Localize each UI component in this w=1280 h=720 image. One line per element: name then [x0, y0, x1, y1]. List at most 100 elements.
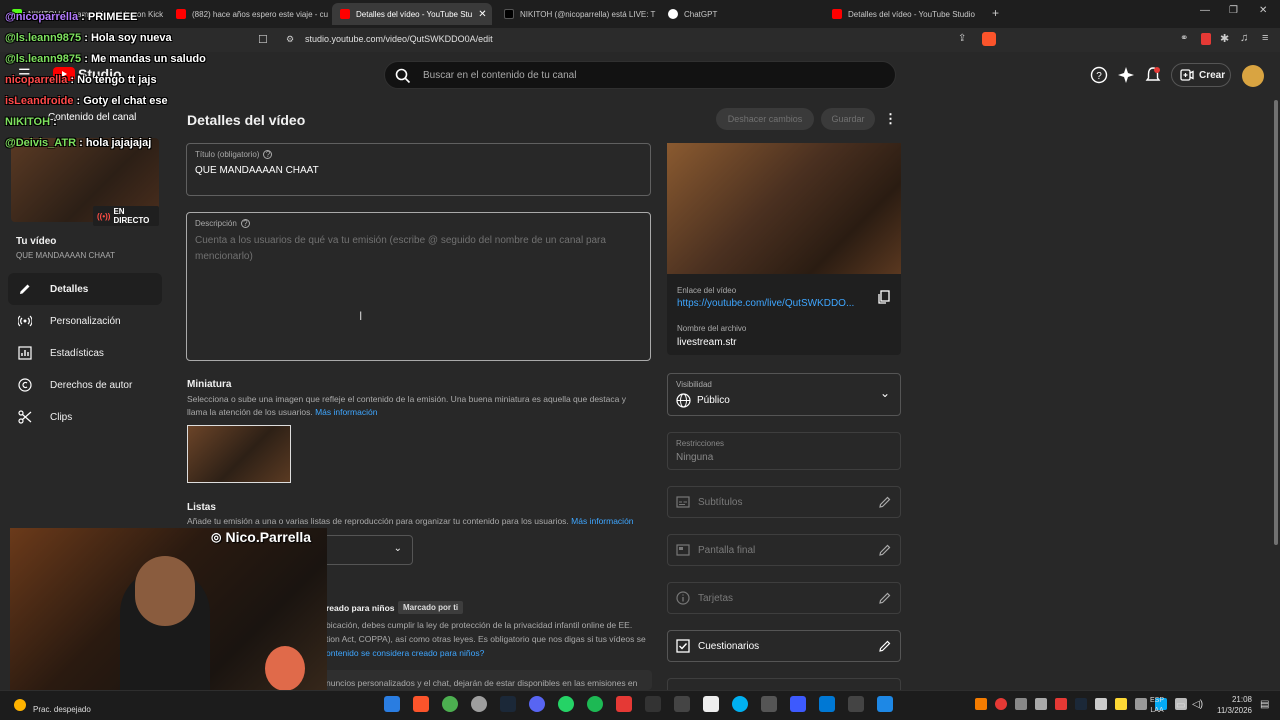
more-options-icon[interactable]: ⋮ [884, 111, 897, 127]
capcut-icon[interactable] [645, 696, 661, 712]
url-text[interactable]: studio.youtube.com/video/QutSWKDDO0A/edi… [305, 34, 493, 44]
sparkle-icon[interactable] [1117, 66, 1135, 84]
copy-icon[interactable] [877, 290, 891, 304]
playlists-more-info-link[interactable]: Más información [571, 516, 633, 526]
notifications-icon[interactable] [1144, 66, 1162, 84]
selected-thumbnail[interactable] [187, 425, 291, 483]
puzzle-icon[interactable]: ✱ [1220, 32, 1229, 45]
steam-icon[interactable] [500, 696, 516, 712]
windows-start-icon[interactable] [384, 696, 400, 712]
browser-tab-active[interactable]: Detalles del vídeo - YouTube Stu ✕ [332, 3, 492, 25]
app-icon[interactable] [877, 696, 893, 712]
weather-text[interactable]: Prac. despejado [33, 705, 91, 714]
weather-icon[interactable] [14, 699, 26, 711]
share-icon[interactable]: ⇪ [958, 33, 966, 44]
sidebar-item-detalles[interactable]: Detalles [8, 273, 162, 305]
video-preview-thumbnail[interactable]: ((•)) EN DIRECTO [11, 138, 159, 226]
chrome-icon[interactable] [442, 696, 458, 712]
tray-icon[interactable] [1035, 698, 1047, 710]
chat-message: @Deivis_ATR : hola jajajajaj [5, 137, 152, 149]
edit-pencil-icon[interactable] [878, 591, 892, 605]
help-icon[interactable]: ? [263, 150, 273, 159]
app-icon[interactable] [761, 696, 777, 712]
tray-icon[interactable] [1055, 698, 1067, 710]
app-icon[interactable] [732, 696, 748, 712]
brave-icon[interactable] [413, 696, 429, 712]
undo-changes-button[interactable]: Deshacer cambios [716, 108, 814, 130]
help-icon[interactable]: ? [1090, 66, 1108, 84]
analytics-icon [18, 346, 32, 360]
close-window-icon[interactable]: ✕ [1259, 5, 1267, 16]
visibility-dropdown[interactable]: Visibilidad Público ⌄ [667, 373, 901, 416]
sidebar-item-clips[interactable]: Clips [8, 401, 162, 433]
search-input[interactable]: Buscar en el contenido de tu canal [384, 61, 896, 89]
music-icon[interactable]: ♫ [1240, 32, 1248, 44]
close-tab-icon[interactable]: ✕ [478, 9, 486, 20]
video-link[interactable]: https://youtube.com/live/QutSWKDDO... [677, 298, 854, 309]
browser-tab[interactable]: NIKITOH (@nicoparrella) está LIVE: T [496, 3, 660, 25]
volume-icon[interactable]: ◁) [1192, 699, 1203, 710]
tray-icon[interactable] [1115, 698, 1127, 710]
scrollbar[interactable] [1274, 100, 1278, 545]
help-icon[interactable]: ? [240, 219, 250, 228]
tray-icon[interactable] [1015, 698, 1027, 710]
app-icon[interactable] [848, 696, 864, 712]
checkbox-icon [676, 639, 690, 653]
vscode-icon[interactable] [819, 696, 835, 712]
subtitles-row[interactable]: Subtítulos [667, 486, 901, 518]
save-button[interactable]: Guardar [821, 108, 875, 130]
browser-tab[interactable]: ChatGPT [660, 3, 824, 25]
sidebar-item-estadisticas[interactable]: Estadísticas [8, 337, 162, 369]
app-icon[interactable] [616, 696, 632, 712]
sidebar-item-derechos[interactable]: Derechos de autor [8, 369, 162, 401]
extension-icon[interactable] [1201, 33, 1211, 45]
edit-pencil-icon[interactable] [878, 495, 892, 509]
description-field[interactable]: Descripción ? Cuenta a los usuarios de q… [186, 212, 651, 361]
browser-tab[interactable]: Detalles del vídeo - YouTube Studio [824, 3, 988, 25]
quizzes-row[interactable]: Cuestionarios [667, 630, 901, 662]
spotify-icon[interactable] [587, 696, 603, 712]
playlists-dropdown[interactable]: ⌄ [320, 535, 413, 565]
audience-help-link[interactable]: ontenido se considera creado para niños? [326, 648, 484, 658]
title-field[interactable]: Título (obligatorio) ? QUE MANDAAAAN CHA… [186, 143, 651, 196]
network-icon[interactable]: ▭ [1176, 700, 1185, 711]
restrictions-field[interactable]: Restricciones Ninguna [667, 432, 901, 470]
discord-icon[interactable] [529, 696, 545, 712]
whatsapp-icon[interactable] [558, 696, 574, 712]
clock[interactable]: 21:08 11/3/2026 [1214, 694, 1252, 716]
video-preview[interactable] [667, 143, 901, 274]
language-indicator[interactable]: ESP LAA [1150, 696, 1164, 716]
app-icon[interactable] [471, 696, 487, 712]
epic-games-icon[interactable] [674, 696, 690, 712]
brave-shield-icon[interactable] [982, 32, 996, 46]
end-screen-row[interactable]: Pantalla final [667, 534, 901, 566]
tray-icon[interactable] [1095, 698, 1107, 710]
visibility-label: Visibilidad [676, 380, 712, 389]
site-settings-icon[interactable]: ⚙ [286, 34, 294, 45]
new-tab-icon[interactable]: + [992, 6, 999, 20]
tray-icon[interactable] [975, 698, 987, 710]
maximize-icon[interactable]: ❐ [1229, 5, 1238, 16]
thumbnail-more-info-link[interactable]: Más información [315, 407, 377, 417]
minimize-icon[interactable]: — [1200, 5, 1210, 16]
tiktok-icon [504, 9, 514, 19]
chat-message: @nicoparrella : PRIMEEE [5, 11, 138, 23]
notification-center-icon[interactable]: ▤ [1260, 699, 1269, 710]
tray-icon[interactable] [995, 698, 1007, 710]
tray-icon[interactable] [1135, 698, 1147, 710]
menu-icon[interactable]: ≡ [1262, 32, 1268, 44]
app-icon[interactable] [790, 696, 806, 712]
sidebar-item-personalizacion[interactable]: Personalización [8, 305, 162, 337]
live-badge: ((•)) EN DIRECTO [93, 206, 159, 226]
edit-pencil-icon[interactable] [878, 543, 892, 557]
tray-icon[interactable] [1075, 698, 1087, 710]
notion-icon[interactable] [703, 696, 719, 712]
file-name: livestream.str [677, 337, 737, 348]
search-placeholder: Buscar en el contenido de tu canal [423, 70, 577, 81]
bookmark-icon[interactable]: ☐ [258, 33, 268, 46]
extension-icon[interactable]: ⚭ [1180, 33, 1188, 44]
avatar[interactable] [1242, 65, 1264, 87]
create-button[interactable]: Crear [1171, 63, 1231, 87]
edit-pencil-icon[interactable] [878, 639, 892, 653]
cards-row[interactable]: Tarjetas [667, 582, 901, 614]
